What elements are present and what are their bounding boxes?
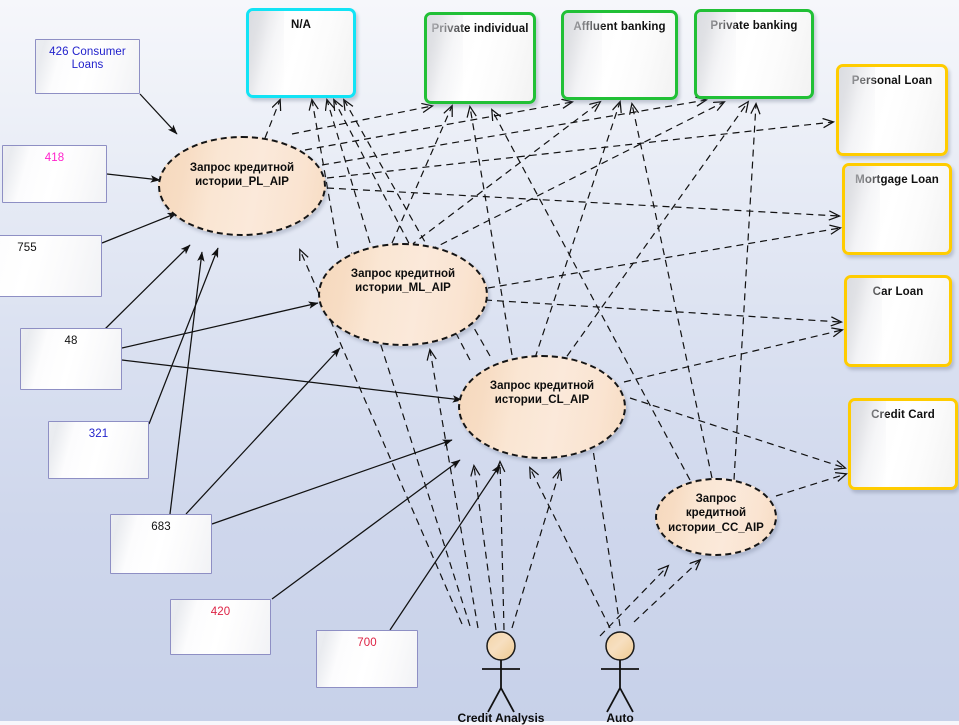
use-case-cc-aip[interactable]: Запрос кредитной истории_CC_AIP <box>655 478 777 556</box>
data-box-label: 321 <box>88 428 109 440</box>
segment-label: Private banking <box>710 20 798 32</box>
data-box-755[interactable]: 755 <box>0 235 102 297</box>
actor-label: Auto <box>606 711 634 725</box>
product-label: Credit Card <box>871 409 935 421</box>
product-box-car-loan[interactable]: Car Loan <box>844 275 952 367</box>
segment-box-affluent-banking[interactable]: Affluent banking <box>561 10 678 100</box>
data-box-420[interactable]: 420 <box>170 599 271 655</box>
segment-box-na[interactable]: N/A <box>246 8 356 98</box>
data-box-label: 755 <box>17 242 37 254</box>
segment-label: N/A <box>290 19 312 31</box>
data-box-426[interactable]: 426 Consumer Loans <box>35 39 140 94</box>
actor-auto[interactable]: Auto <box>583 630 657 725</box>
use-case-pl-aip[interactable]: Запрос кредитной истории_PL_AIP <box>158 136 326 236</box>
segment-label: Affluent banking <box>573 21 666 33</box>
segment-box-private-individual[interactable]: Private individual <box>424 12 536 104</box>
product-box-credit-card[interactable]: Credit Card <box>848 398 958 490</box>
use-case-line3: истории_CC_AIP <box>668 521 764 534</box>
use-case-ml-aip[interactable]: Запрос кредитной истории_ML_AIP <box>318 243 488 346</box>
use-case-line1: Запрос кредитной <box>489 380 595 392</box>
use-case-line2: истории_ML_AIP <box>355 282 451 295</box>
actor-credit-analysis[interactable]: Credit Analysis <box>458 630 544 725</box>
product-label: Mortgage Loan <box>855 174 939 186</box>
diagram-canvas: 426 Consumer Loans 418 755 48 321 683 42… <box>0 0 959 725</box>
data-box-48[interactable]: 48 <box>20 328 122 390</box>
segment-box-private-banking[interactable]: Private banking <box>694 9 814 99</box>
data-box-321[interactable]: 321 <box>48 421 149 479</box>
use-case-label: Запрос кредитной истории_ML_AIP <box>351 245 455 296</box>
data-box-label: 700 <box>357 637 377 649</box>
data-box-label: 418 <box>44 152 65 164</box>
data-box-683[interactable]: 683 <box>110 514 212 574</box>
data-box-label: 426 Consumer Loans <box>49 46 126 72</box>
actor-stick-figure-icon <box>482 631 520 713</box>
use-case-label: Запрос кредитной истории_PL_AIP <box>190 138 294 190</box>
data-box-700[interactable]: 700 <box>316 630 418 688</box>
use-case-label: Запрос кредитной истории_CL_AIP <box>490 357 594 408</box>
use-case-line2: истории_CL_AIP <box>494 394 590 407</box>
actor-stick-figure-icon <box>601 631 639 713</box>
use-case-cl-aip[interactable]: Запрос кредитной истории_CL_AIP <box>458 355 626 459</box>
product-box-mortgage-loan[interactable]: Mortgage Loan <box>842 163 952 255</box>
product-label: Car Loan <box>872 286 924 298</box>
product-label: Personal Loan <box>851 75 933 87</box>
segment-label: Private individual <box>431 23 529 35</box>
use-case-line1: Запрос кредитной <box>189 162 295 174</box>
data-box-418[interactable]: 418 <box>2 145 107 203</box>
data-box-label: 48 <box>64 335 78 347</box>
use-case-line1: Запрос <box>695 493 737 505</box>
use-case-label: Запрос кредитной истории_CC_AIP <box>668 480 764 535</box>
use-case-line2: истории_PL_AIP <box>195 176 289 189</box>
use-case-line2: кредитной <box>685 507 747 520</box>
actor-label: Credit Analysis <box>457 711 545 725</box>
use-case-line1: Запрос кредитной <box>350 268 456 280</box>
product-box-personal-loan[interactable]: Personal Loan <box>836 64 948 156</box>
data-box-label: 683 <box>151 521 171 533</box>
edge-layer <box>101 93 959 637</box>
data-box-label: 420 <box>210 606 231 618</box>
